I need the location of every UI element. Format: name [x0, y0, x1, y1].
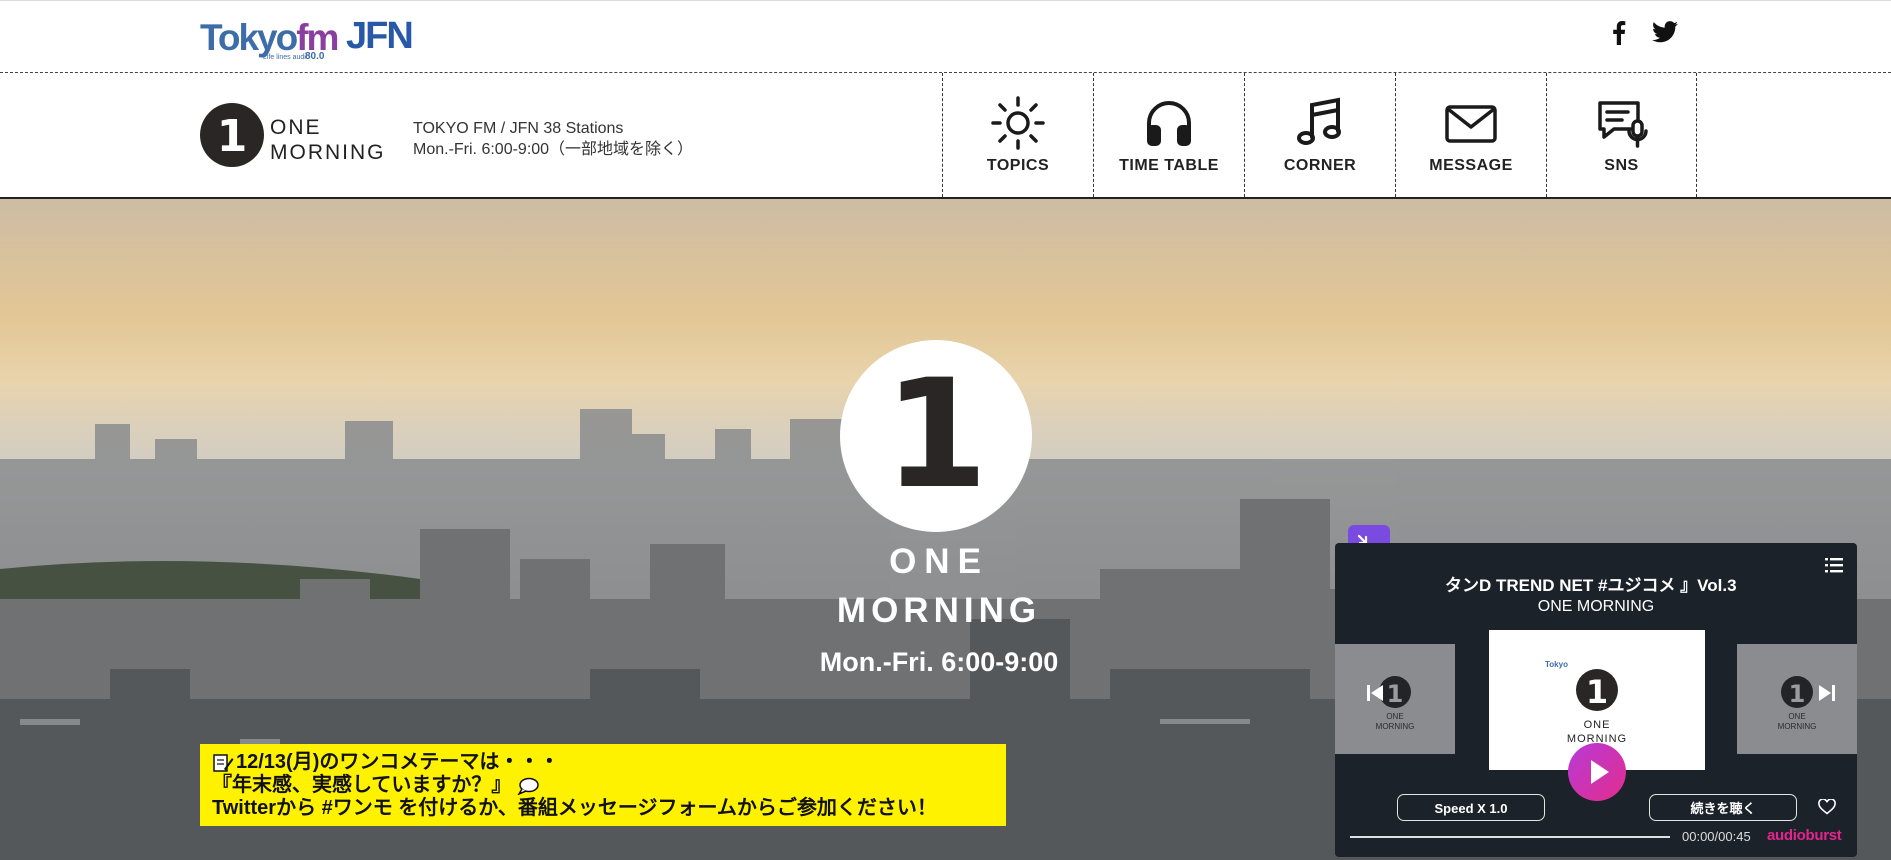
play-icon [1591, 760, 1609, 784]
nav-message-label: MESSAGE [1429, 157, 1513, 174]
next-thumb-line1: ONE [1788, 712, 1805, 721]
memo-icon [213, 753, 234, 772]
wordmark-line2: MORNING [270, 141, 386, 164]
thumb-line1: ONE [1584, 719, 1611, 731]
heart-icon[interactable] [1818, 799, 1836, 815]
twitter-icon[interactable] [1652, 21, 1678, 48]
hero-title-line1: ONE [889, 542, 989, 581]
skip-previous-icon[interactable] [1365, 683, 1385, 703]
site-header: Tokyofm Life lines audio 80.0 JFN [0, 0, 1891, 73]
announcement-line3: Twitterから #ワンモ を付けるか、番組メッセージフォームからご参加くださ… [212, 797, 937, 819]
hero-schedule: Mon.-Fri. 6:00-9:00 [819, 647, 1059, 677]
speech-bubble-icon [517, 777, 540, 795]
stations-text: TOKYO FM / JFN 38 Stations [413, 120, 624, 137]
headphones-icon [1147, 101, 1191, 146]
prev-thumb-number: 1 [1387, 680, 1404, 708]
nav-corner-label: CORNER [1283, 157, 1357, 174]
station-info: TOKYO FM / JFN 38 Stations Mon.-Fri. 6:0… [413, 118, 693, 160]
continue-listening-button[interactable]: 続きを聴く [1649, 794, 1797, 821]
audioburst-logo[interactable]: audioburst [1767, 827, 1842, 844]
announcement-line1: 12/13(月)のワンコメテーマは・・・ [236, 751, 560, 773]
tokyofm-tagline: Life lines audio [263, 54, 310, 61]
time-readout: 00:00/00:45 [1682, 829, 1751, 844]
nav-topics[interactable]: TOPICS [942, 73, 1093, 197]
facebook-icon[interactable] [1612, 21, 1626, 50]
prev-thumb-line2: MORNING [1376, 722, 1415, 731]
speed-button[interactable]: Speed X 1.0 [1397, 794, 1545, 821]
nav-corner[interactable]: CORNER [1244, 73, 1395, 197]
nav-sns[interactable]: SNS [1546, 73, 1697, 197]
one-morning-wordmark[interactable]: ONE MORNING [270, 115, 386, 165]
previous-episode-thumbnail[interactable]: 1 ONE MORNING [1335, 644, 1455, 754]
nav-topics-label: TOPICS [986, 157, 1050, 174]
announcement-box[interactable]: 12/13(月)のワンコメテーマは・・・ 『年末感、実感していますか？』 Twi… [200, 744, 1006, 826]
wordmark-line1: ONE [270, 116, 322, 139]
envelope-icon [1445, 105, 1497, 143]
audioburst-player: タンD TREND NET #ユジコメ 』Vol.3 ONE MORNING 1… [1335, 543, 1857, 857]
chat-mic-icon [1597, 101, 1648, 148]
hero-logo-badge: 1 [840, 340, 1032, 532]
jfn-logo[interactable]: JFN [346, 15, 414, 58]
hero-title-line2: MORNING [836, 591, 1042, 630]
playlist-icon[interactable] [1825, 557, 1843, 573]
tokyofm-logo-part1: Tokyo [200, 17, 298, 58]
episode-title: タンD TREND NET #ユジコメ 』Vol.3 [1445, 576, 1737, 595]
tokyofm-frequency: 80.0 [305, 51, 325, 62]
one-morning-logo-number: 1 [217, 111, 248, 162]
music-note-icon [1297, 97, 1341, 145]
sun-icon [991, 96, 1045, 150]
show-name: ONE MORNING [1537, 598, 1655, 615]
announcement-line2: 『年末感、実感していますか？』 [212, 774, 512, 796]
next-thumb-line2: MORNING [1778, 722, 1817, 731]
play-button[interactable] [1568, 743, 1626, 801]
prev-thumb-line1: ONE [1386, 712, 1403, 721]
thumb-number: 1 [1586, 673, 1608, 711]
nav-message[interactable]: MESSAGE [1395, 73, 1546, 197]
program-nav-bar: 1 ONE MORNING TOKYO FM / JFN 38 Stations… [0, 73, 1891, 199]
hero-badge-number: 1 [883, 348, 989, 522]
progress-bar[interactable] [1350, 836, 1670, 838]
skip-next-icon[interactable] [1817, 683, 1837, 703]
one-morning-logo[interactable]: 1 [200, 103, 264, 172]
nav-time-table-label: TIME TABLE [1119, 157, 1219, 174]
nav-time-table[interactable]: TIME TABLE [1093, 73, 1244, 197]
next-episode-thumbnail[interactable]: 1 ONE MORNING [1737, 644, 1857, 754]
nav-sns-label: SNS [1604, 157, 1639, 174]
schedule-text: Mon.-Fri. 6:00-9:00（一部地域を除く） [413, 141, 694, 158]
next-thumb-number: 1 [1789, 680, 1806, 708]
